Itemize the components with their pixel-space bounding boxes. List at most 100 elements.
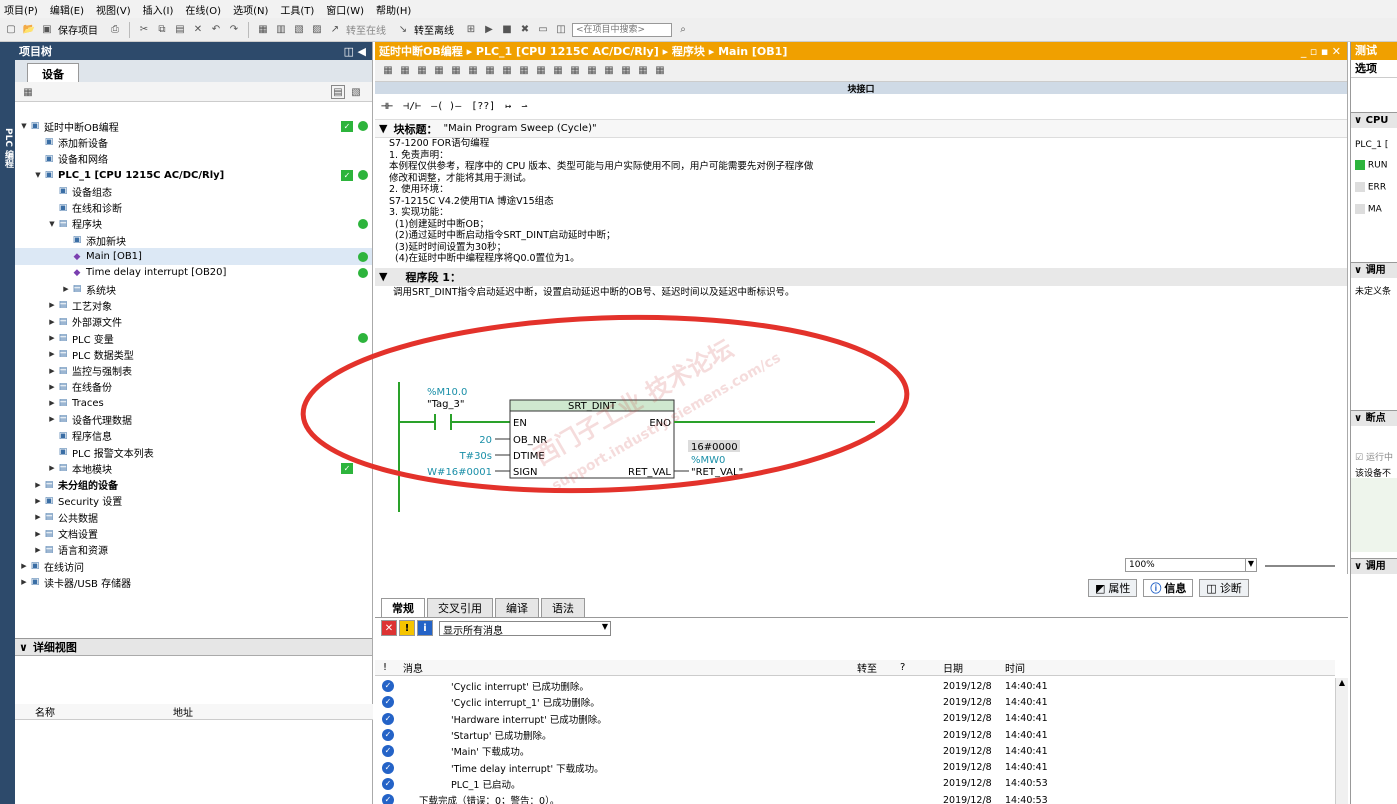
cpu-section-header[interactable]: ∨ CPU — [1351, 112, 1397, 128]
expand-right-icon[interactable]: ▶ — [47, 399, 57, 407]
zoom-select[interactable]: 100% — [1125, 558, 1247, 572]
collapse-panel-icon[interactable]: ◫ ◀ — [344, 45, 372, 58]
tab-info-sub-1[interactable]: 交叉引用 — [427, 598, 493, 617]
tab-diagnostics[interactable]: ◫ 诊断 — [1199, 579, 1249, 597]
close-all-icon[interactable]: ▦ — [619, 64, 633, 78]
chevron-down-icon[interactable]: ▼ — [379, 270, 387, 283]
layout-icon[interactable]: ▦ — [653, 64, 667, 78]
tree-item[interactable]: ▶ ▤ 语言和资源 — [15, 542, 372, 558]
tab-info-sub-2[interactable]: 编译 — [495, 598, 539, 617]
split-vertical-icon[interactable]: ◫ — [554, 23, 568, 37]
message-row[interactable]: ✓ 'Time delay interrupt' 下载成功。 2019/12/8 14… — [375, 760, 1335, 776]
column-goto[interactable]: 转至 — [857, 660, 877, 675]
info-filter-icon[interactable]: i — [417, 620, 433, 636]
side-task-strip[interactable]: PLC 编程 — [0, 42, 15, 804]
breakpoints-header[interactable]: ∨ 断点 — [1351, 410, 1397, 426]
absolute-address-icon[interactable]: ▦ — [466, 64, 480, 78]
scroll-up-icon[interactable]: ▲ — [1336, 678, 1348, 687]
tree-item[interactable]: ▼ ▤ 程序块 — [15, 216, 372, 232]
go-online-button[interactable]: 转至在线 — [346, 22, 386, 37]
tree-item[interactable]: ▶ ▤ 系统块 — [15, 281, 372, 297]
tree-options-icon[interactable]: ▧ — [349, 85, 363, 99]
menu-item-1[interactable]: 编辑(E) — [50, 2, 84, 17]
menu-item-5[interactable]: 选项(N) — [233, 2, 268, 17]
column-name[interactable]: 名称 — [35, 704, 55, 719]
window-controls[interactable]: _ ▫ ▪ ✕ — [1301, 45, 1347, 58]
upload-icon[interactable]: ▧ — [292, 23, 306, 37]
download-icon[interactable]: ▥ — [274, 23, 288, 37]
tree-item[interactable]: ◆ Main [OB1] — [15, 248, 372, 265]
expand-down-icon[interactable]: ▼ — [19, 122, 29, 130]
message-row[interactable]: ✓ 'Cyclic interrupt_1' 已成功删除。 2019/12/8 14:… — [375, 694, 1335, 710]
go-offline-icon[interactable]: ↘ — [396, 23, 410, 37]
tree-item[interactable]: ▣ 设备组态 — [15, 183, 372, 199]
expand-right-icon[interactable]: ▶ — [33, 481, 43, 489]
chevron-down-icon[interactable]: ▼ — [379, 122, 387, 135]
go-online-icon[interactable]: ↗ — [328, 23, 342, 37]
expand-right-icon[interactable]: ▶ — [47, 415, 57, 423]
redo-icon[interactable]: ↷ — [227, 23, 241, 37]
menu-item-6[interactable]: 工具(T) — [280, 2, 314, 17]
column-address[interactable]: 地址 — [173, 704, 193, 719]
save-icon[interactable]: ▣ — [40, 23, 54, 37]
call-stack-header[interactable]: ∨ 调用 — [1351, 558, 1397, 574]
menu-item-0[interactable]: 项目(P) — [4, 2, 38, 17]
open-branch-icon[interactable]: ↦ — [505, 101, 511, 112]
stop-cpu-icon[interactable]: ■ — [500, 23, 514, 37]
tab-info-sub-3[interactable]: 语法 — [541, 598, 585, 617]
network-comment-icon[interactable]: ▦ — [449, 64, 463, 78]
show-comments-icon[interactable]: ▦ — [585, 64, 599, 78]
message-scrollbar[interactable]: ▲ — [1335, 678, 1348, 804]
zoom-dropdown-icon[interactable]: ▼ — [1245, 558, 1257, 572]
tree-item[interactable]: ◆ Time delay interrupt [OB20] — [15, 265, 372, 281]
message-filter-select[interactable]: 显示所有消息 — [439, 620, 611, 637]
tree-item[interactable]: ▼ ▣ 延时中断OB编程 ✓ — [15, 118, 372, 134]
undo-icon[interactable]: ↶ — [209, 23, 223, 37]
copy-icon[interactable]: ⧉ — [155, 23, 169, 37]
message-row[interactable]: ✓ 'Cyclic interrupt' 已成功删除。 2019/12/8 14:40… — [375, 678, 1335, 694]
no-contact-icon[interactable]: ⊣⊢ — [381, 101, 393, 112]
compile-icon[interactable]: ▦ — [256, 23, 270, 37]
expand-right-icon[interactable]: ▶ — [33, 530, 43, 538]
tree-item[interactable]: ▣ 添加新设备 — [15, 134, 372, 150]
insert-network-icon[interactable]: ▦ — [381, 64, 395, 78]
delete-network-icon[interactable]: ▦ — [398, 64, 412, 78]
start-cpu-icon[interactable]: ▶ — [482, 23, 496, 37]
expand-right-icon[interactable]: ▶ — [19, 578, 29, 586]
expand-right-icon[interactable]: ▶ — [47, 301, 57, 309]
delete-icon[interactable]: ✕ — [191, 23, 205, 37]
favorites-icon[interactable]: ▦ — [483, 64, 497, 78]
accessible-devices-icon[interactable]: ⊞ — [464, 23, 478, 37]
tree-item[interactable]: ▣ 设备和网络 — [15, 151, 372, 167]
tab-properties[interactable]: ◩ 属性 — [1088, 579, 1138, 597]
close-branch-icon[interactable]: ⇀ — [521, 101, 527, 112]
column-date[interactable]: 日期 — [943, 660, 963, 675]
message-row[interactable]: ✓ PLC_1 已启动。 2019/12/8 14:40:53 — [375, 776, 1335, 792]
paste-icon[interactable]: ▤ — [173, 23, 187, 37]
expand-right-icon[interactable]: ▶ — [47, 464, 57, 472]
go-to-icon[interactable]: ▦ — [534, 64, 548, 78]
collapse-all-icon[interactable]: ▦ — [568, 64, 582, 78]
expand-right-icon[interactable]: ▶ — [47, 383, 57, 391]
network-comment[interactable]: 调用SRT_DINT指令启动延迟中断，设置启动延迟中断的OB号、延迟时间以及延迟… — [375, 286, 1347, 300]
tab-info[interactable]: ⓘ 信息 — [1143, 579, 1194, 597]
expand-all-icon[interactable]: ▦ — [551, 64, 565, 78]
split-horizontal-icon[interactable]: ▭ — [536, 23, 550, 37]
tab-info-sub-0[interactable]: 常规 — [381, 598, 425, 617]
block-comment[interactable]: S7-1200 FOR语句编程 1. 免责声明： 本例程仅供参考，程序中的 CPU … — [375, 138, 1347, 265]
tree-item[interactable]: ▶ ▣ 在线访问 — [15, 558, 372, 574]
block-interface-bar[interactable]: 块接口 — [375, 82, 1347, 95]
table-view-icon[interactable]: ▤ — [331, 85, 345, 99]
expand-right-icon[interactable]: ▶ — [33, 513, 43, 521]
new-project-icon[interactable]: ▢ — [4, 23, 18, 37]
menu-item-3[interactable]: 插入(I) — [143, 2, 174, 17]
call-env-header[interactable]: ∨ 调用 — [1351, 262, 1397, 278]
expand-right-icon[interactable]: ▶ — [47, 318, 57, 326]
tree-item[interactable]: ▣ 添加新块 — [15, 232, 372, 248]
tree-item[interactable]: ▼ ▣ PLC_1 [CPU 1215C AC/DC/Rly] ✓ — [15, 167, 372, 183]
detail-view-header[interactable]: ∨ 详细视图 — [15, 638, 372, 656]
tab-devices[interactable]: 设备 — [27, 63, 79, 82]
expand-right-icon[interactable]: ▶ — [47, 334, 57, 342]
open-all-icon[interactable]: ▦ — [602, 64, 616, 78]
chevron-down-icon[interactable]: ∨ — [19, 641, 28, 654]
